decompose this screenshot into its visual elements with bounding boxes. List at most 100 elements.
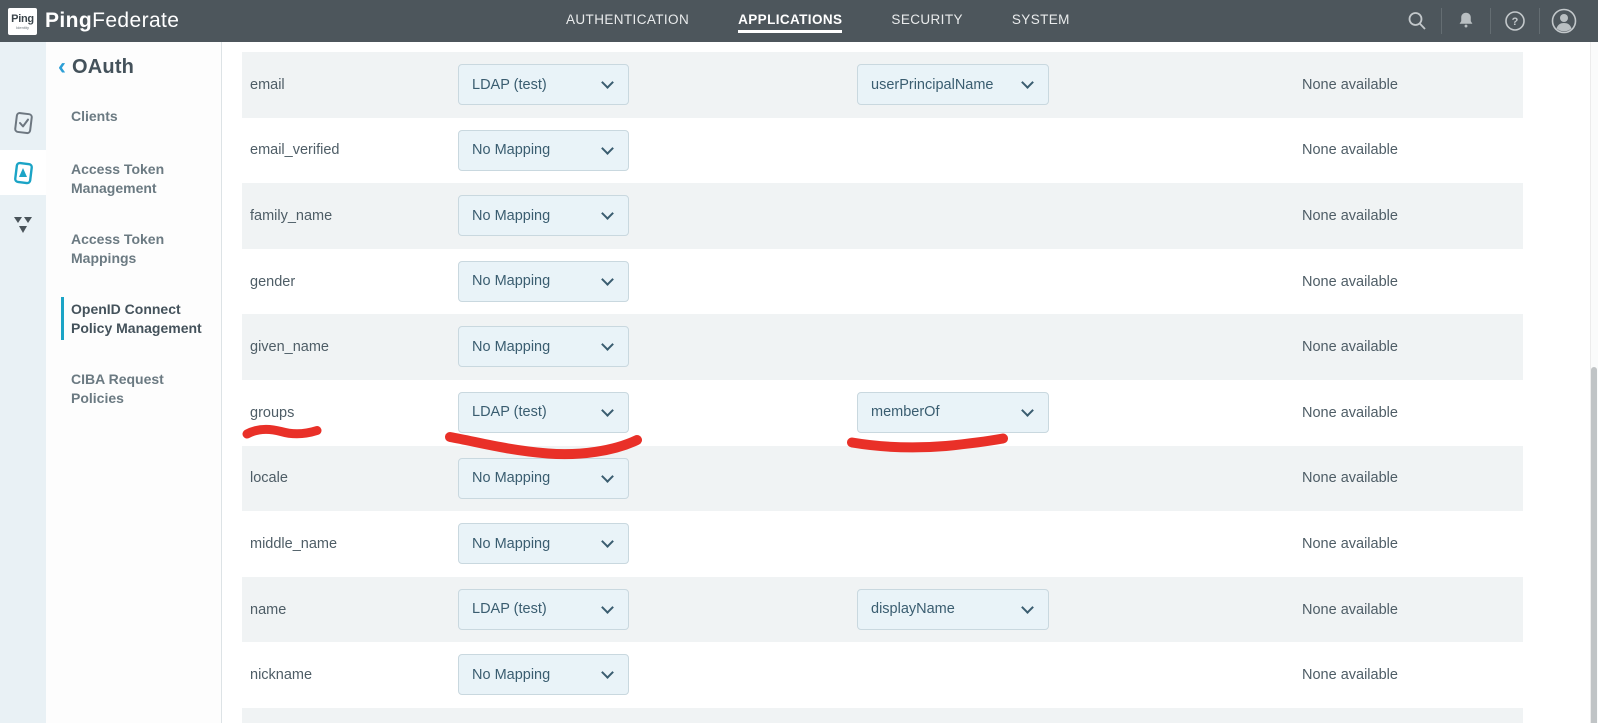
chevron-down-icon	[601, 76, 614, 89]
attribute-row: given_name No Mapping None available	[242, 314, 1523, 380]
attribute-name: email_verified	[250, 118, 339, 184]
ping-identity-logo[interactable]: Ping Identity	[8, 8, 37, 35]
token-mappings-icon[interactable]	[0, 202, 46, 247]
attribute-name: groups	[250, 380, 294, 446]
status-text: None available	[1302, 577, 1398, 643]
logo-subtext: Identity	[16, 25, 29, 30]
source-dropdown-value: LDAP (test)	[472, 601, 547, 617]
attribute-dropdown[interactable]: displayName	[857, 589, 1049, 630]
pingfederate-app: Ping Identity PingFederate AUTHENTICATIO…	[0, 0, 1598, 723]
attribute-row: family_name No Mapping None available	[242, 183, 1523, 249]
notifications-icon[interactable]	[1442, 0, 1490, 42]
attribute-name: gender	[250, 249, 295, 315]
app-title-light: Federate	[92, 9, 179, 33]
source-dropdown[interactable]: No Mapping	[458, 458, 629, 499]
source-dropdown[interactable]: LDAP (test)	[458, 589, 629, 630]
svg-text:?: ?	[1512, 16, 1519, 28]
attribute-dropdown-value: memberOf	[871, 404, 940, 420]
source-dropdown[interactable]: No Mapping	[458, 130, 629, 171]
attribute-name: family_name	[250, 183, 332, 249]
source-dropdown-value: LDAP (test)	[472, 77, 547, 93]
sidebar-item-access-token-mappings[interactable]: Access Token Mappings	[71, 230, 213, 267]
attribute-row: name LDAP (test) displayName None availa…	[242, 577, 1523, 643]
chevron-down-icon	[601, 339, 614, 352]
source-dropdown-value: No Mapping	[472, 470, 550, 486]
source-dropdown[interactable]: No Mapping	[458, 195, 629, 236]
logo-text: Ping	[11, 14, 34, 25]
chevron-down-icon	[601, 273, 614, 286]
chevron-down-icon	[601, 535, 614, 548]
vertical-scrollbar-thumb[interactable]	[1591, 367, 1597, 723]
status-text: None available	[1302, 52, 1398, 118]
attribute-dropdown[interactable]: memberOf	[857, 392, 1049, 433]
source-dropdown-value: No Mapping	[472, 536, 550, 552]
attribute-name: middle_name	[250, 511, 337, 577]
status-text: None available	[1302, 118, 1398, 184]
attribute-row: nickname No Mapping None available	[242, 642, 1523, 708]
vertical-scrollbar-track[interactable]	[1590, 42, 1598, 723]
source-dropdown-value: No Mapping	[472, 142, 550, 158]
source-dropdown[interactable]: LDAP (test)	[458, 392, 629, 433]
chevron-down-icon	[601, 142, 614, 155]
sidebar-item-clients[interactable]: Clients	[71, 107, 213, 126]
status-text: None available	[1302, 642, 1398, 708]
sidebar-item-access-token-management[interactable]: Access Token Management	[71, 160, 213, 197]
search-icon[interactable]	[1393, 0, 1441, 42]
attribute-name: name	[250, 577, 286, 643]
source-dropdown[interactable]: LDAP (test)	[458, 64, 629, 105]
attribute-row: gender No Mapping None available	[242, 249, 1523, 315]
header-icon-group: ?	[1393, 0, 1588, 42]
attribute-row: locale No Mapping None available	[242, 446, 1523, 512]
source-dropdown[interactable]: No Mapping	[458, 326, 629, 367]
app-title: PingFederate	[45, 0, 179, 42]
source-dropdown-value: No Mapping	[472, 339, 550, 355]
source-dropdown[interactable]: No Mapping	[458, 654, 629, 695]
status-text: None available	[1302, 380, 1398, 446]
oauth-sidebar: ‹ OAuth Clients Access Token Management Ac…	[46, 42, 222, 723]
primary-nav: AUTHENTICATION APPLICATIONS SECURITY SYSTEM	[566, 0, 1070, 42]
clients-icon[interactable]	[0, 100, 46, 145]
source-dropdown[interactable]: No Mapping	[458, 261, 629, 302]
source-dropdown-value: No Mapping	[472, 208, 550, 224]
user-avatar-icon[interactable]	[1540, 0, 1588, 42]
chevron-down-icon	[601, 666, 614, 679]
attribute-name: email	[250, 52, 285, 118]
status-text: None available	[1302, 314, 1398, 380]
chevron-down-icon	[1021, 404, 1034, 417]
chevron-down-icon	[1021, 76, 1034, 89]
nav-item-security[interactable]: SECURITY	[891, 0, 962, 33]
attribute-name: given_name	[250, 314, 329, 380]
top-header-bar: Ping Identity PingFederate AUTHENTICATIO…	[0, 0, 1598, 42]
status-text: None available	[1302, 511, 1398, 577]
attribute-row: middle_name No Mapping None available	[242, 511, 1523, 577]
attribute-name: nickname	[250, 642, 312, 708]
access-token-icon[interactable]	[0, 150, 46, 195]
chevron-down-icon	[601, 207, 614, 220]
help-icon[interactable]: ?	[1491, 0, 1539, 42]
status-text: None available	[1302, 249, 1398, 315]
attribute-row: email LDAP (test) userPrincipalName None…	[242, 52, 1523, 118]
attribute-name: locale	[250, 446, 288, 512]
sidebar-item-openid-connect-policy-management[interactable]: OpenID Connect Policy Management	[71, 300, 213, 337]
status-text: None available	[1302, 183, 1398, 249]
nav-item-system[interactable]: SYSTEM	[1012, 0, 1070, 33]
icon-rail	[0, 42, 46, 723]
chevron-down-icon	[601, 601, 614, 614]
attribute-dropdown[interactable]: userPrincipalName	[857, 64, 1049, 105]
chevron-down-icon	[601, 404, 614, 417]
sidebar-title: OAuth	[72, 56, 134, 79]
nav-item-applications[interactable]: APPLICATIONS	[738, 0, 842, 33]
source-dropdown[interactable]: No Mapping	[458, 523, 629, 564]
nav-item-authentication[interactable]: AUTHENTICATION	[566, 0, 689, 33]
attribute-dropdown-value: userPrincipalName	[871, 77, 994, 93]
chevron-down-icon	[601, 470, 614, 483]
attribute-row: email_verified No Mapping None available	[242, 118, 1523, 184]
source-dropdown-value: No Mapping	[472, 667, 550, 683]
attribute-row-partial	[242, 708, 1523, 723]
back-chevron-icon[interactable]: ‹	[58, 55, 66, 79]
sidebar-item-ciba-request-policies[interactable]: CIBA Request Policies	[71, 370, 213, 407]
source-dropdown-value: No Mapping	[472, 273, 550, 289]
attribute-row: groups LDAP (test) memberOf None availab…	[242, 380, 1523, 446]
attribute-dropdown-value: displayName	[871, 601, 955, 617]
status-text: None available	[1302, 446, 1398, 512]
